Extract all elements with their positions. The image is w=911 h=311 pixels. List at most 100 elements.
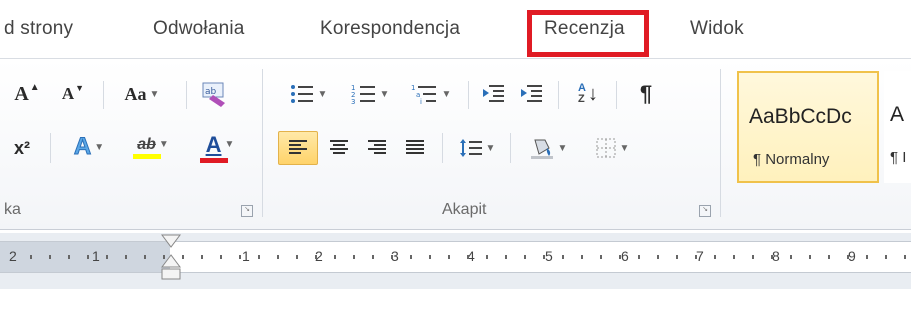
ruler-tick: [752, 255, 754, 259]
tab-page-layout[interactable]: d strony: [4, 18, 73, 40]
increase-indent-icon: [521, 85, 542, 102]
line-spacing-icon: [459, 139, 482, 157]
ruler-tick: [87, 255, 89, 259]
ruler-tick: [372, 255, 374, 259]
multilevel-list-icon: 1ai: [411, 84, 436, 105]
ruler-tick: [828, 255, 830, 259]
clear-formatting-button[interactable]: ab: [196, 77, 232, 111]
horizontal-ruler[interactable]: 2 1 1 2 3 4 5 6 7 8 9: [0, 241, 911, 273]
tab-mailings[interactable]: Korespondencja: [320, 18, 460, 40]
ruler-tick: [144, 255, 146, 259]
highlight-box: [527, 10, 649, 57]
ruler-tick: [125, 255, 127, 259]
ruler-area: 2 1 1 2 3 4 5 6 7 8 9: [0, 233, 911, 311]
ruler-tick: [600, 255, 602, 259]
ruler-label: 9: [848, 248, 856, 264]
decrease-indent-icon: [483, 85, 504, 102]
svg-text:3: 3: [351, 98, 355, 105]
ruler-tick: [885, 255, 887, 259]
justify-icon: [406, 140, 424, 154]
ruler-tick: [676, 255, 678, 259]
change-case-button[interactable]: Aa ▼: [114, 79, 170, 109]
indent-marker-icon[interactable]: [160, 233, 182, 289]
paragraph-group-label: Akapit: [442, 201, 487, 218]
sort-button[interactable]: A Z ↓: [568, 77, 608, 111]
style-no-spacing-name: ¶ I: [890, 149, 907, 166]
align-center-button[interactable]: [322, 131, 356, 165]
ruler-label: 1: [242, 248, 250, 264]
borders-button[interactable]: ▼: [584, 131, 640, 165]
bullets-icon: [290, 85, 313, 103]
ruler-tick: [429, 255, 431, 259]
text-effects-button[interactable]: A ▼: [64, 129, 114, 165]
ruler-tick: [809, 255, 811, 259]
ruler-tick: [581, 255, 583, 259]
ruler-tick: [847, 255, 849, 259]
grow-font-button[interactable]: A ▲: [10, 79, 44, 109]
shrink-font-button[interactable]: A ▼: [56, 79, 90, 109]
ruler-tick: [220, 255, 222, 259]
increase-indent-button[interactable]: [514, 79, 548, 109]
ruler-tick: [543, 255, 545, 259]
multilevel-list-button[interactable]: 1 a i ▼: [404, 79, 458, 109]
show-marks-button[interactable]: ¶: [626, 77, 666, 111]
font-color-button[interactable]: A ▼: [192, 129, 248, 165]
ribbon-tabs: d strony Odwołania Korespondencja Recenz…: [0, 0, 911, 58]
ruler-tick: [410, 255, 412, 259]
borders-icon: [596, 138, 616, 158]
ruler-tick: [657, 255, 659, 259]
ruler-label: 2: [9, 248, 17, 264]
decrease-indent-button[interactable]: [476, 79, 510, 109]
text-effects-icon: A: [73, 133, 92, 161]
font-group-label: ka: [4, 201, 21, 218]
ruler-tick: [790, 255, 792, 259]
svg-text:i: i: [420, 98, 422, 105]
ruler-tick: [619, 255, 621, 259]
svg-text:ab: ab: [205, 87, 217, 97]
align-center-icon: [330, 140, 348, 154]
numbering-button[interactable]: 1 2 3 ▼: [344, 79, 396, 109]
tab-view[interactable]: Widok: [690, 18, 744, 40]
style-no-spacing-preview: A: [890, 103, 905, 126]
style-normal-preview: AaBbCcDc: [749, 105, 852, 128]
style-normal[interactable]: AaBbCcDc ¶ Normalny: [737, 71, 879, 183]
ruler-tick: [771, 255, 773, 259]
ruler-tick: [30, 255, 32, 259]
ruler-tick: [258, 255, 260, 259]
ruler-tick: [695, 255, 697, 259]
ruler-tick: [296, 255, 298, 259]
line-spacing-button[interactable]: ▼: [452, 131, 502, 165]
ruler-label: 7: [696, 248, 704, 264]
ruler-tick: [638, 255, 640, 259]
align-left-button[interactable]: [278, 131, 318, 165]
svg-text:1: 1: [411, 84, 415, 92]
font-dialog-launcher[interactable]: ↘: [241, 205, 253, 217]
ruler-tick: [277, 255, 279, 259]
ruler-label: 5: [545, 248, 553, 264]
sort-icon: A Z ↓: [578, 82, 598, 105]
style-no-spacing[interactable]: A ¶ I: [884, 71, 911, 183]
superscript-button[interactable]: x²: [4, 131, 40, 165]
ruler-tick: [486, 255, 488, 259]
numbering-icon: 123: [351, 84, 375, 105]
ruler-tick: [524, 255, 526, 259]
bullets-button[interactable]: ▼: [282, 79, 334, 109]
ruler-tick: [866, 255, 868, 259]
ruler-tick: [334, 255, 336, 259]
ruler-label: 6: [621, 248, 629, 264]
ruler-tick: [106, 255, 108, 259]
ruler-tick: [201, 255, 203, 259]
text-highlight-button[interactable]: ab ▼: [124, 129, 182, 165]
style-normal-name: ¶ Normalny: [753, 151, 830, 168]
shading-button[interactable]: ▼: [520, 131, 576, 165]
ruler-tick: [353, 255, 355, 259]
ruler-tick: [505, 255, 507, 259]
tab-references[interactable]: Odwołania: [153, 18, 245, 40]
align-right-button[interactable]: [360, 131, 394, 165]
ruler-tick: [68, 255, 70, 259]
ruler-tick: [239, 255, 241, 259]
paragraph-dialog-launcher[interactable]: ↘: [699, 205, 711, 217]
highlight-icon: ab: [137, 135, 156, 153]
justify-button[interactable]: [398, 131, 432, 165]
ruler-tick: [904, 255, 906, 259]
